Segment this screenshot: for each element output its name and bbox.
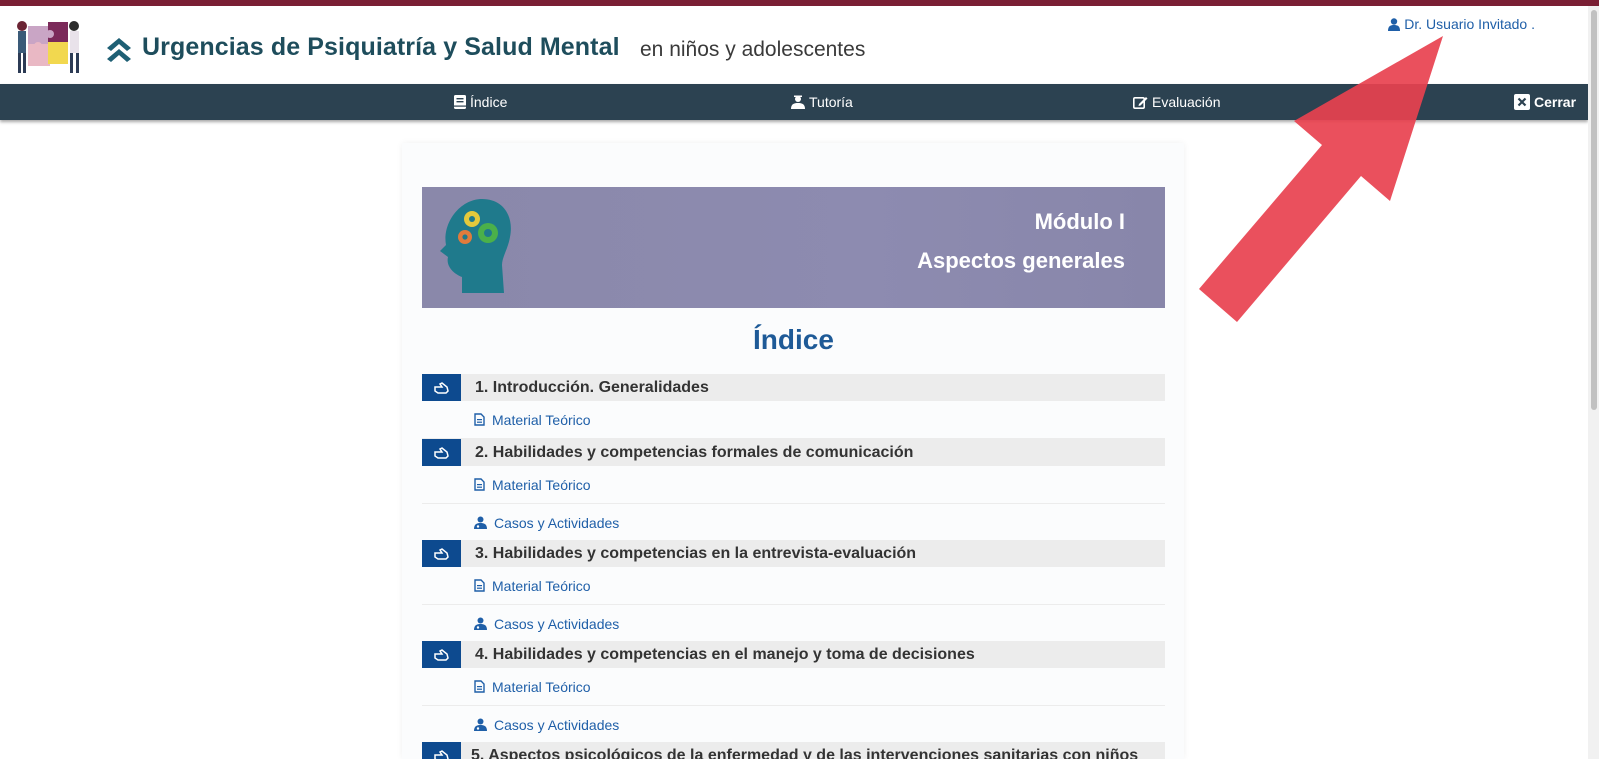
section-item: Material Teórico [422,466,1165,504]
banner-module: Módulo I [1034,209,1125,234]
chevron-up-icon[interactable] [105,36,133,62]
link-label: Material Teórico [492,476,591,493]
link-label: Material Teórico [492,577,591,594]
nav-evaluacion-label: Evaluación [1152,94,1221,110]
nav-tutoria-label: Tutoría [809,94,853,110]
casos-actividades-link[interactable]: Casos y Actividades [474,706,619,743]
user-doctor-icon [474,718,487,731]
close-icon [1514,94,1530,110]
nav-indice-label: Índice [470,94,508,110]
puzzle-logo [17,21,79,73]
material-teorico-link[interactable]: Material Teórico [474,668,591,705]
section-header[interactable]: 4. Habilidades y competencias en el mane… [422,641,1165,668]
link-label: Material Teórico [492,411,591,428]
module-banner: Módulo I Aspectos generales [422,187,1165,308]
user-name: Dr. Usuario Invitado . [1404,16,1535,32]
section-title: 4. Habilidades y competencias en el mane… [475,646,975,663]
material-teorico-link[interactable]: Material Teórico [474,401,591,438]
document-icon [474,413,485,426]
section-header[interactable]: 3. Habilidades y competencias en la entr… [422,540,1165,567]
section-header[interactable]: 5. Aspectos psicológicos de la enfermeda… [422,742,1165,759]
section-title: 5. Aspectos psicológicos de la enfermeda… [471,747,1139,759]
nav-evaluacion[interactable]: Evaluación [1133,84,1221,120]
user-menu[interactable]: Dr. Usuario Invitado . [1388,16,1535,32]
casos-actividades-link[interactable]: Casos y Actividades [474,504,619,541]
section-title: 1. Introducción. Generalidades [475,379,709,396]
nav-tutoria[interactable]: Tutoría [791,84,853,120]
material-teorico-link[interactable]: Material Teórico [474,466,591,503]
link-label: Casos y Actividades [494,716,620,733]
section-title: 2. Habilidades y competencias formales d… [475,444,914,461]
teacher-icon [791,95,805,109]
section-item: Material Teórico [422,668,1165,706]
hand-pointer-icon[interactable] [422,374,461,401]
banner-subject: Aspectos generales [917,248,1125,273]
hand-pointer-icon[interactable] [422,742,461,759]
document-icon [474,579,485,592]
casos-actividades-link[interactable]: Casos y Actividades [474,605,619,642]
section-header[interactable]: 2. Habilidades y competencias formales d… [422,439,1165,466]
link-label: Casos y Actividades [494,514,620,531]
nav-indice[interactable]: Índice [454,84,507,120]
module-card: Módulo I Aspectos generales Índice 1. In… [402,143,1184,759]
site-header: Urgencias de Psiquiatría y Salud Mental … [0,6,1599,84]
index-title: Índice [753,324,834,355]
book-icon [454,95,466,109]
section-item: Material Teórico [422,401,1165,439]
section-title: 3. Habilidades y competencias en la entr… [475,545,917,562]
scrollbar-thumb[interactable] [1591,10,1597,410]
hand-pointer-icon[interactable] [422,439,461,466]
section-item: Casos y Actividades [422,605,1165,643]
user-doctor-icon [474,617,487,630]
document-icon [474,680,485,693]
close-label: Cerrar [1534,94,1577,110]
section-item: Casos y Actividades [422,706,1165,744]
site-title: Urgencias de Psiquiatría y Salud Mental [142,33,620,61]
site-subtitle: en niños y adolescentes [640,38,866,61]
section-item: Material Teórico [422,567,1165,605]
link-label: Material Teórico [492,678,591,695]
hand-pointer-icon[interactable] [422,641,461,668]
user-doctor-icon [474,516,487,529]
section-header[interactable]: 1. Introducción. Generalidades [422,374,1165,401]
material-teorico-link[interactable]: Material Teórico [474,567,591,604]
link-label: Casos y Actividades [494,615,620,632]
main-nav: Índice Tutoría Evaluación Cerrar [0,84,1588,120]
edit-icon [1133,96,1148,109]
close-button[interactable]: Cerrar [1514,84,1576,120]
document-icon [474,478,485,491]
section-item: Casos y Actividades [422,504,1165,542]
user-icon [1388,17,1401,31]
hand-pointer-icon[interactable] [422,540,461,567]
head-gears-icon [440,199,511,293]
